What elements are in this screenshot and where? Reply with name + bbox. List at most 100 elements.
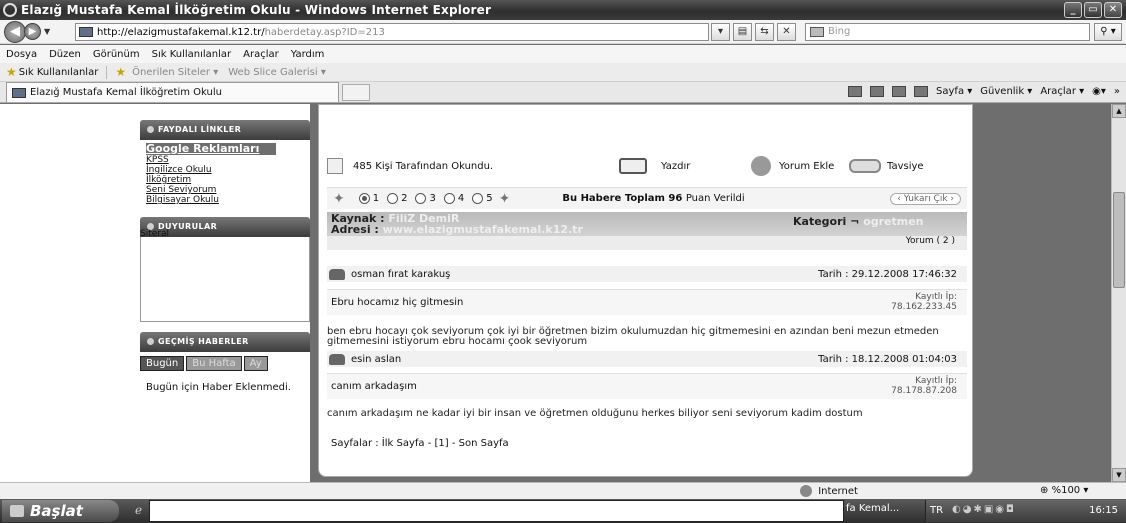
globe-icon [800,485,812,497]
navigation-bar: ◀ ▶ ▼ http://elazigmustafakemal.k12.tr/h… [0,20,1126,44]
useful-links-header: FAYDALI LİNKLER [140,120,310,140]
comment-count: Yorum ( 2 ) [327,236,967,250]
favorites-button[interactable]: Sık Kullanılanlar [19,67,99,78]
back-button[interactable]: ◀ [4,20,26,43]
comment-icon[interactable] [751,156,771,176]
rating-label-3: 3 [429,193,436,204]
add-favorite-icon[interactable]: ★ [115,65,126,79]
compatibility-view-icon[interactable]: ▤ [733,23,752,41]
zoom-control[interactable]: ⊕ %100 ▾ [1040,485,1088,496]
document-icon [327,158,343,174]
security-zone: Internet [800,485,858,497]
favorites-bar: ★ Sık Kullanılanlar ★ Önerilen Siteler ▾… [0,63,1126,82]
stop-icon[interactable]: ✕ [777,23,796,41]
menu-tools[interactable]: Araçlar [243,49,279,60]
bing-icon [810,27,824,37]
search-input[interactable]: Bing [805,23,1090,41]
close-button[interactable]: ✕ [1104,2,1122,18]
home-icon[interactable] [848,86,863,97]
recommend-icon[interactable] [849,159,881,173]
rating-radio-2[interactable] [387,193,399,204]
comment-ip: Kayıtlı İp: 78.162.233.45 [891,292,957,312]
recent-pages-dropdown-icon[interactable]: ▼ [44,27,50,36]
scroll-up-icon[interactable]: ▲ [1112,104,1126,118]
comment-title: canım arkadaşım [331,381,417,392]
comment-author: esin aslan [351,353,402,365]
maximize-button[interactable]: ▭ [1084,2,1102,18]
rating-radio-4[interactable] [443,193,455,204]
forward-button[interactable]: ▶ [24,23,41,40]
past-news-header: GEÇMİŞ HABERLER [140,332,310,352]
start-button[interactable]: Başlat [2,500,119,522]
add-comment-link[interactable]: Yorum Ekle [779,161,849,172]
article-actions-row: 485 Kişi Tarafından Okundu. Yazdır Yorum… [327,156,967,176]
vertical-scrollbar[interactable]: ▲ ▼ [1111,104,1126,482]
print-icon[interactable] [914,86,929,97]
page-menu[interactable]: Sayfa ▾ [936,86,972,97]
menu-help[interactable]: Yardım [291,49,325,60]
command-bar: Sayfa ▾ Güvenlik ▾ Araçlar ▾ ◉▾ » [848,86,1120,97]
rating-total: 96 [668,193,683,204]
refresh-icon[interactable]: ⇆ [755,23,774,41]
minimize-button[interactable]: _ [1064,2,1082,18]
tab-month[interactable]: Ay [243,356,268,371]
zoom-level: %100 [1051,485,1081,496]
address-bar[interactable]: http://elazigmustafakemal.k12.tr/haberde… [75,23,709,41]
scroll-thumb[interactable] [1113,192,1125,288]
link-seni-seviyorum[interactable]: Seni Seviyorum [146,185,310,195]
suggested-sites-link[interactable]: Önerilen Siteler ▾ [132,67,218,78]
url-path: haberdetay.asp?ID=213 [264,26,385,38]
useful-links-box: FAYDALI LİNKLER Google Reklamları KPSS İ… [140,120,310,205]
printer-icon[interactable] [619,158,647,174]
link-english-school[interactable]: İngilizce Okulu [146,165,310,175]
mail-icon[interactable] [892,86,907,97]
rating-prefix: Bu Habere Toplam [562,193,665,204]
taskbar: Başlat ℯ fa Kemal... TR ◐◕✱▣◉◘ 16:15 [0,499,1126,523]
scroll-down-icon[interactable]: ▼ [1112,468,1126,482]
search-button[interactable]: ⚲ ▾ [1094,23,1122,41]
page-viewport: FAYDALI LİNKLER Google Reklamları KPSS İ… [0,104,1111,482]
category-value[interactable]: ogretmen [863,215,923,228]
comment-date: Tarih : 29.12.2008 17:46:32 [818,268,957,280]
new-tab-button[interactable] [342,83,370,101]
ip-value: 78.162.233.45 [891,302,957,312]
rating-radio-3[interactable] [415,193,427,204]
menu-file[interactable]: Dosya [6,49,37,60]
menu-edit[interactable]: Düzen [49,49,81,60]
ie-logo-icon [3,3,17,17]
back-to-top-button[interactable]: ‹ Yukarı Çık › [890,192,961,205]
rating-radio-5[interactable] [472,193,484,204]
address-row: Adresi : www.elazigmustafakemal.k12.tr [331,223,583,236]
feeds-icon[interactable] [870,86,885,97]
recommend-link[interactable]: Tavsiye [887,161,924,172]
print-link[interactable]: Yazdır [661,161,751,172]
more-commands[interactable]: » [1114,86,1120,97]
comment-date: Tarih : 18.12.2008 01:04:03 [818,353,957,365]
link-computer-school[interactable]: Bilgisayar Okulu [146,195,310,205]
help-icon[interactable]: ◉▾ [1092,86,1106,97]
window-title-bar: Elazığ Mustafa Kemal İlköğretim Okulu - … [0,0,1126,20]
link-google-ads[interactable]: Google Reklamları [146,143,276,155]
web-slice-gallery-link[interactable]: Web Slice Galerisi ▾ [228,67,326,78]
menu-view[interactable]: Görünüm [93,49,140,60]
taskbar-items-area [149,500,844,522]
tab-today[interactable]: Bugün [140,356,185,371]
address-value[interactable]: www.elazigmustafakemal.k12.tr [383,223,583,236]
quick-launch-ie-icon[interactable]: ℯ [135,503,142,517]
tab-this-week[interactable]: Bu Hafta [186,356,242,371]
pagination[interactable]: Sayfalar : İlk Sayfa - [1] - Son Sayfa [331,438,509,449]
address-dropdown-button[interactable]: ▾ [711,23,730,41]
rating-radio-1[interactable] [358,193,370,204]
favorites-star-icon: ★ [6,65,17,79]
taskbar-window-item[interactable]: fa Kemal... [846,503,899,514]
tray-icons[interactable]: ◐◕✱▣◉◘ [952,504,1016,515]
system-tray: TR ◐◕✱▣◉◘ 16:15 [925,500,1126,522]
link-primary-school[interactable]: İlköğretim [146,175,310,185]
tools-menu[interactable]: Araçlar ▾ [1040,86,1084,97]
safety-menu[interactable]: Güvenlik ▾ [980,86,1032,97]
menu-favorites[interactable]: Sık Kullanılanlar [152,49,232,60]
link-kpss[interactable]: KPSS [146,155,310,165]
language-indicator[interactable]: TR [930,505,943,516]
tab-active[interactable]: Elazığ Mustafa Kemal İlköğretim Okulu [6,82,339,102]
menu-bar: Dosya Düzen Görünüm Sık Kullanılanlar Ar… [0,45,1126,63]
